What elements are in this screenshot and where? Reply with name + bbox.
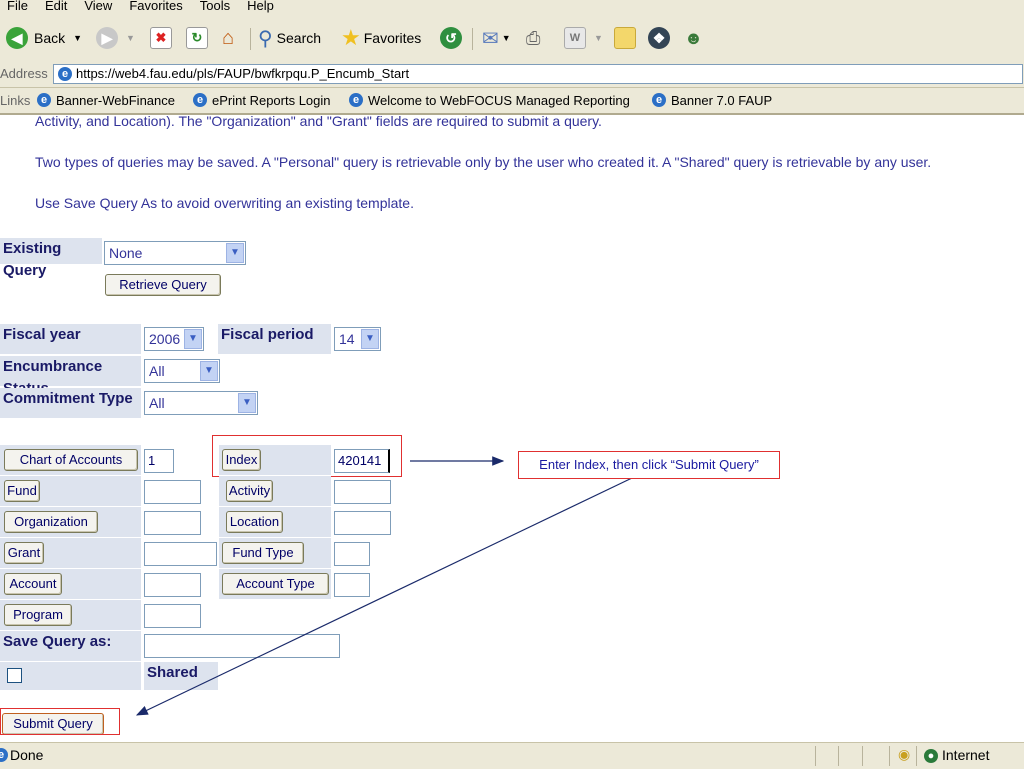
link-label: ePrint Reports Login: [212, 93, 331, 108]
ie-page-icon: e: [37, 93, 51, 107]
status-divider: [916, 746, 917, 766]
favorites-label: Favorites: [363, 30, 422, 46]
back-button[interactable]: ◀ Back ▼: [6, 24, 82, 52]
messenger-button[interactable]: ☻: [684, 24, 703, 52]
stop-icon: ✖: [150, 27, 172, 49]
ie-page-icon: e: [652, 93, 666, 107]
page-icon: e: [58, 67, 72, 81]
link-banner-webfinance[interactable]: e Banner-WebFinance: [37, 93, 175, 108]
favorites-star-icon: ★: [341, 25, 361, 50]
arrow-to-submit: [135, 477, 633, 716]
messenger-icon: ☻: [684, 27, 703, 48]
link-label: Banner-WebFinance: [56, 93, 175, 108]
address-input[interactable]: e https://web4.fau.edu/pls/FAUP/bwfkrpqu…: [53, 64, 1023, 84]
menu-help[interactable]: Help: [247, 0, 274, 12]
favorites-button[interactable]: ★ Favorites: [341, 24, 421, 52]
toolbar-separator: [472, 28, 473, 50]
search-icon: ⚲: [258, 27, 273, 50]
links-bar: Links e Banner-WebFinance e ePrint Reports…: [0, 88, 1024, 115]
menu-tools[interactable]: Tools: [200, 0, 230, 12]
address-url: https://web4.fau.edu/pls/FAUP/bwfkrpqu.P…: [76, 66, 410, 81]
status-bar: e Done ◉ ● Internet: [0, 742, 1024, 769]
status-divider: [862, 746, 863, 766]
dropdown-arrow-icon[interactable]: ▼: [594, 33, 603, 43]
link-banner-faup[interactable]: e Banner 7.0 FAUP: [652, 93, 772, 108]
address-bar: Address e https://web4.fau.edu/pls/FAUP/…: [0, 62, 1024, 88]
search-button[interactable]: ⚲ Search: [258, 24, 321, 52]
annotation-arrows: [135, 456, 633, 716]
dropdown-arrow-icon[interactable]: ▼: [73, 33, 82, 43]
status-text: Done: [10, 747, 44, 763]
forward-arrow-icon: ▶: [96, 27, 118, 49]
link-label: Banner 7.0 FAUP: [671, 93, 773, 108]
status-divider: [815, 746, 816, 766]
security-zone: Internet: [942, 747, 990, 763]
toolbar: ◀ Back ▼ ▶ ▼ ✖ ↻ ⌂ ⚲ Search ★ Favorites …: [0, 14, 1024, 63]
mail-icon: ✉: [482, 27, 499, 50]
toolbar-separator: [250, 28, 251, 50]
ie-page-icon: e: [193, 93, 207, 107]
dropdown-arrow-icon[interactable]: ▼: [126, 33, 135, 43]
page-status-icon: e: [0, 748, 8, 762]
refresh-button[interactable]: ↻: [186, 24, 208, 52]
back-label: Back: [34, 30, 66, 46]
menu-edit[interactable]: Edit: [45, 0, 67, 12]
print-button[interactable]: ⎙: [526, 24, 540, 52]
history-icon: ↺: [440, 27, 462, 49]
page-content: Activity, and Location). The "Organizati…: [0, 115, 1024, 741]
print-icon: ⎙: [526, 27, 541, 48]
status-divider: [889, 746, 890, 766]
lock-icon: ◉: [898, 746, 911, 762]
status-divider: [838, 746, 839, 766]
ie-page-icon: e: [349, 93, 363, 107]
link-webfocus[interactable]: e Welcome to WebFOCUS Managed Reporting: [349, 93, 630, 108]
note-icon: [614, 27, 636, 49]
address-label: Address: [0, 66, 48, 81]
menu-file[interactable]: File: [7, 0, 28, 12]
edit-button[interactable]: W ▼: [564, 24, 603, 52]
forward-button[interactable]: ▶ ▼: [96, 24, 135, 52]
home-button[interactable]: ⌂: [218, 24, 238, 52]
edit-page-icon: W: [564, 27, 586, 49]
discuss-button[interactable]: [614, 24, 636, 52]
menu-view[interactable]: View: [84, 0, 112, 12]
menu-favorites[interactable]: Favorites: [129, 0, 182, 12]
history-button[interactable]: ↺: [440, 24, 462, 52]
link-label: Welcome to WebFOCUS Managed Reporting: [368, 93, 630, 108]
research-button[interactable]: ❖: [648, 24, 670, 52]
menu-bar: File Edit View Favorites Tools Help: [0, 0, 1024, 14]
instruction-callout: Enter Index, then click “Submit Query”: [518, 451, 780, 479]
links-label: Links: [0, 93, 31, 108]
stop-button[interactable]: ✖: [150, 24, 172, 52]
compass-icon: ❖: [648, 27, 670, 49]
search-label: Search: [276, 30, 322, 46]
dropdown-arrow-icon[interactable]: ▼: [502, 33, 511, 43]
back-arrow-icon: ◀: [6, 27, 28, 49]
globe-icon: ●: [924, 749, 938, 763]
home-icon: ⌂: [221, 26, 235, 49]
link-eprint-reports[interactable]: e ePrint Reports Login: [193, 93, 331, 108]
refresh-icon: ↻: [186, 27, 208, 49]
mail-button[interactable]: ✉ ▼: [482, 24, 511, 52]
